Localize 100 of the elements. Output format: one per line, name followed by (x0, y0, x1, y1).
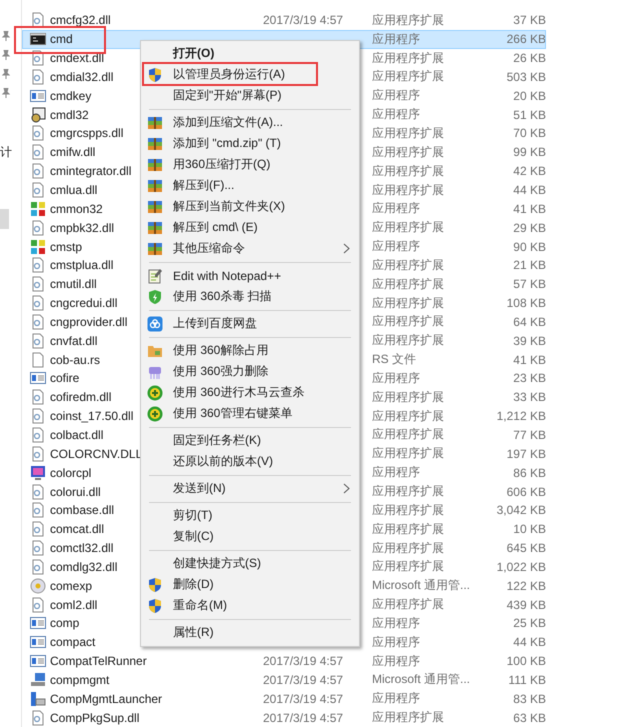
archive-icon (147, 178, 163, 194)
menu-item[interactable]: 打开(O) (141, 43, 359, 64)
file-name[interactable]: combase.dll (50, 503, 114, 518)
menu-item[interactable]: 其他压缩命令 (141, 238, 359, 259)
menu-item[interactable]: 使用 360进行木马云查杀 (141, 382, 359, 403)
menu-item[interactable]: 以管理员身份运行(A) (141, 64, 359, 85)
file-name[interactable]: coinst_17.50.dll (50, 409, 134, 424)
window-icon (30, 634, 46, 650)
file-size: 77 KB (512, 428, 546, 442)
menu-item[interactable]: 使用 360管理右键菜单 (141, 403, 359, 424)
plus-circle-icon (147, 406, 163, 422)
file-name[interactable]: cofiredm.dll (50, 390, 112, 404)
menu-item[interactable]: 添加到压缩文件(A)... (141, 112, 359, 133)
shield-icon (147, 576, 163, 592)
file-name[interactable]: cmdial32.dll (50, 70, 114, 84)
launcher-icon (30, 690, 46, 707)
menu-item[interactable]: 使用 360强力删除 (141, 361, 359, 382)
file-name[interactable]: cngcredui.dll (50, 296, 118, 310)
file-name[interactable]: cofire (50, 371, 80, 386)
file-date: 2017/3/19 4:57 (263, 654, 344, 668)
file-type: 应用程序扩展 (372, 596, 445, 614)
menu-item[interactable]: 固定到任务栏(K) (141, 430, 359, 451)
file-name[interactable]: comdlg32.dll (50, 560, 118, 574)
menu-item[interactable]: 使用 360杀毒 扫描 (141, 286, 359, 307)
dll-file-icon (30, 163, 46, 180)
file-name[interactable]: cmutil.dll (50, 277, 97, 292)
menu-item[interactable]: 创建快捷方式(S) (141, 553, 359, 574)
file-name[interactable]: comexp (50, 578, 92, 593)
file-date: 2017/3/19 4:57 (263, 13, 344, 28)
menu-item[interactable]: 复制(C) (141, 526, 359, 547)
file-name[interactable]: cmdl32 (50, 108, 89, 122)
menu-item[interactable]: 发送到(N) (141, 478, 359, 499)
archive-icon (147, 240, 163, 256)
file-name[interactable]: cmgrcspps.dll (50, 126, 124, 140)
file-type: 应用程序扩展 (372, 558, 445, 576)
file-name[interactable]: cmintegrator.dll (50, 164, 132, 178)
pin-icon (2, 69, 10, 79)
dll-file-icon (30, 389, 46, 406)
archive-icon (147, 114, 163, 130)
file-name[interactable]: cmpbk32.dll (50, 220, 114, 235)
file-type: 应用程序 (372, 106, 421, 124)
archive-icon (147, 198, 163, 214)
file-name[interactable]: cmstp (50, 240, 82, 254)
file-name[interactable]: cmstplua.dll (50, 258, 114, 272)
file-name[interactable]: cmcfg32.dll (50, 13, 111, 28)
file-name[interactable]: CompMgmtLauncher (50, 692, 162, 706)
file-name[interactable]: cmdext.dll (50, 51, 104, 66)
menu-item[interactable]: 使用 360解除占用 (141, 340, 359, 361)
dll-file-icon (30, 295, 46, 312)
file-name[interactable]: compmgmt (50, 672, 110, 687)
installer-icon (30, 106, 46, 123)
shield-icon (147, 66, 163, 82)
file-type: 应用程序 (372, 614, 421, 632)
menu-item[interactable]: 添加到 "cmd.zip" (T) (141, 133, 359, 154)
dll-file-icon (30, 446, 46, 462)
file-name[interactable]: colorcpl (50, 466, 92, 480)
file-size: 100 KB (506, 654, 546, 668)
menu-item[interactable]: 删除(D) (141, 574, 359, 595)
file-name[interactable]: cmdkey (50, 88, 92, 103)
file-name[interactable]: colbact.dll (50, 428, 104, 442)
file-name[interactable]: cngprovider.dll (50, 314, 128, 329)
file-name[interactable]: coml2.dll (50, 598, 98, 612)
file-name[interactable]: cmlua.dll (50, 183, 98, 198)
file-name[interactable]: colorui.dll (50, 484, 101, 499)
menu-item[interactable]: 解压到当前文件夹(X) (141, 196, 359, 217)
menu-item[interactable]: 上传到百度网盘 (141, 313, 359, 334)
menu-item[interactable]: 解压到 cmd\ (E) (141, 217, 359, 238)
menu-item[interactable]: 还原以前的版本(V) (141, 451, 359, 472)
file-size: 41 KB (512, 352, 546, 367)
dll-file-icon (30, 144, 46, 160)
computer-icon (30, 672, 46, 688)
dll-file-icon (30, 276, 46, 292)
file-name[interactable]: cob-au.rs (50, 352, 100, 367)
pin-icon (2, 88, 10, 98)
archive-icon (147, 156, 163, 172)
file-name[interactable]: cmifw.dll (50, 145, 96, 160)
file-name[interactable]: COLORCNV.DLL (50, 446, 142, 461)
menu-item[interactable]: 剪切(T) (141, 505, 359, 526)
menu-item[interactable]: 解压到(F)... (141, 175, 359, 196)
file-name[interactable]: CompatTelRunner (50, 654, 147, 668)
menu-item[interactable]: Edit with Notepad++ (141, 265, 359, 286)
pin-icon (2, 50, 10, 60)
file-type: 应用程序扩展 (372, 162, 445, 180)
file-name[interactable]: cmmon32 (50, 202, 103, 216)
file-type: 应用程序扩展 (372, 144, 445, 161)
shield-bolt-icon (147, 288, 163, 304)
menu-item[interactable]: 属性(R) (141, 622, 359, 643)
file-size: 23 KB (512, 371, 546, 386)
disc-icon (30, 578, 46, 594)
file-name[interactable]: comctl32.dll (50, 541, 114, 556)
menu-item[interactable]: 重命名(M) (141, 595, 359, 616)
file-name[interactable]: cmd (50, 32, 73, 46)
file-name[interactable]: comcat.dll (50, 522, 104, 536)
file-type: 应用程序扩展 (372, 68, 445, 86)
file-name[interactable]: CompPkgSup.dll (50, 710, 140, 725)
file-name[interactable]: compact (50, 635, 96, 650)
menu-item[interactable]: 固定到"开始"屏幕(P) (141, 85, 359, 106)
menu-item[interactable]: 用360压缩打开(Q) (141, 154, 359, 175)
file-name[interactable]: cnvfat.dll (50, 334, 98, 348)
file-name[interactable]: comp (50, 616, 80, 630)
